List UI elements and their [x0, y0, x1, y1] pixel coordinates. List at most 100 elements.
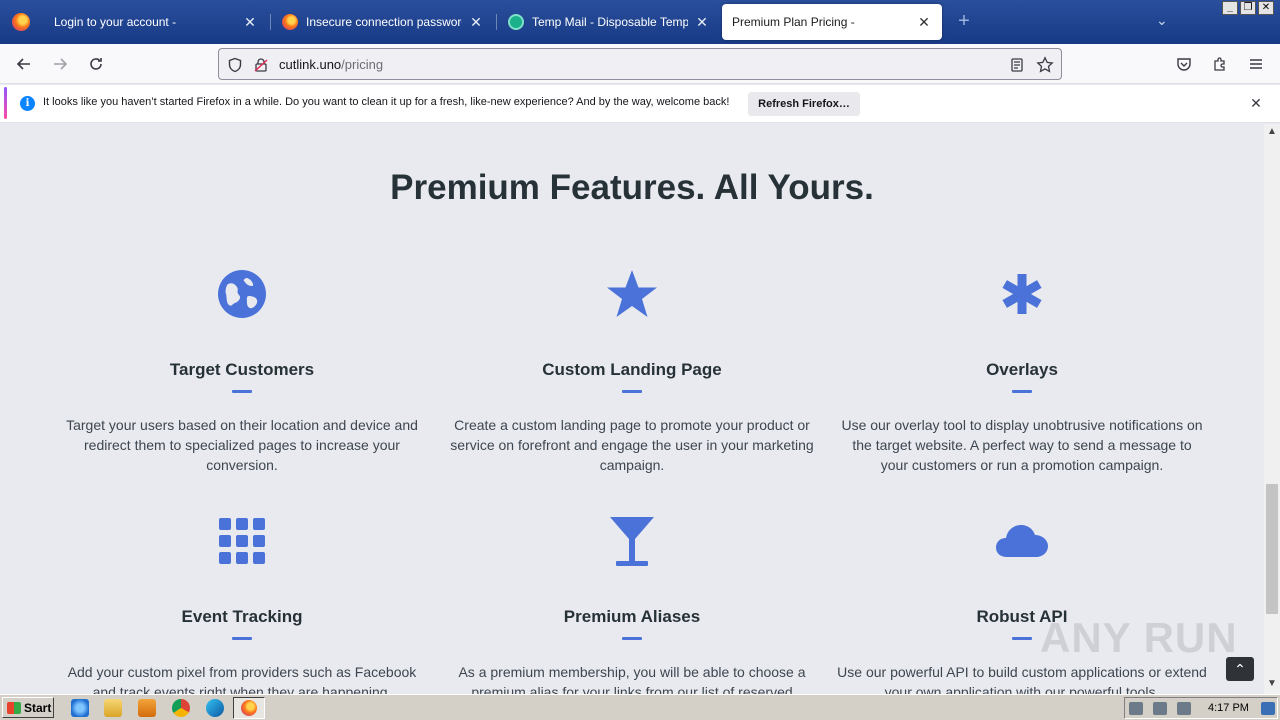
close-window-button[interactable]: ✕ [1258, 1, 1274, 15]
firefox-menu-icon[interactable] [0, 0, 42, 44]
temp-mail-favicon-icon [508, 14, 524, 30]
feature-description: Create a custom landing page to promote … [450, 417, 814, 473]
navigation-toolbar: cutlink.uno/pricing [0, 44, 1280, 84]
title-divider [622, 637, 642, 640]
feature-title: Overlays [986, 360, 1058, 379]
title-divider [1012, 637, 1032, 640]
back-to-top-button[interactable]: ⌃ [1226, 657, 1254, 681]
extensions-button[interactable] [1208, 52, 1232, 76]
firefox-icon [241, 700, 257, 716]
pocket-icon [1177, 58, 1191, 71]
forward-button[interactable] [48, 52, 72, 76]
volume-icon[interactable] [1129, 702, 1143, 715]
windows-taskbar: Start 4:17 PM [0, 694, 1280, 720]
edge-icon[interactable] [206, 699, 224, 717]
puzzle-icon [1214, 57, 1225, 71]
asterisk-icon [827, 266, 1217, 322]
show-desktop-icon[interactable] [1261, 702, 1275, 715]
minimize-button[interactable]: _ [1222, 1, 1238, 15]
feature-title: Target Customers [169, 360, 315, 379]
start-button[interactable]: Start [2, 697, 54, 718]
forward-arrow-icon [54, 58, 68, 70]
taskbar-clock[interactable]: 4:17 PM [1208, 702, 1249, 714]
notification-message: It looks like you haven’t started Firefo… [43, 96, 730, 108]
url-host: cutlink.uno [279, 57, 342, 72]
feature-description: Target your users based on their locatio… [66, 417, 418, 473]
tab-insecure-connection[interactable]: Insecure connection password war ✕ [272, 4, 494, 40]
tab-close-icon[interactable]: ✕ [242, 14, 258, 31]
star-icon [437, 266, 827, 322]
new-tab-button[interactable]: + [952, 10, 976, 34]
url-path: /pricing [341, 57, 384, 72]
address-bar[interactable]: cutlink.uno/pricing [218, 48, 1062, 80]
feature-description: Use our powerful API to build custom app… [837, 664, 1207, 694]
feature-card: Custom Landing Page Create a custom land… [437, 266, 827, 475]
title-divider [232, 390, 252, 393]
list-all-tabs-button[interactable]: ⌄ [1156, 12, 1168, 29]
close-icon[interactable]: ✕ [1248, 95, 1264, 111]
reader-view-icon[interactable] [1007, 55, 1027, 75]
feature-card: Premium Aliases As a premium membership,… [437, 513, 827, 694]
scroll-down-arrow-icon[interactable]: ▼ [1264, 678, 1280, 692]
action-center-flag-icon[interactable] [1177, 702, 1191, 715]
tracking-protection-shield-icon[interactable] [225, 55, 245, 75]
title-divider [1012, 390, 1032, 393]
feature-title: Custom Landing Page [542, 360, 722, 379]
feature-description: As a premium membership, you will be abl… [458, 664, 806, 694]
title-divider [232, 637, 252, 640]
tab-login[interactable]: Login to your account - ✕ [44, 4, 268, 40]
scroll-up-arrow-icon[interactable]: ▲ [1264, 126, 1280, 140]
app-menu-button[interactable] [1244, 52, 1268, 76]
title-divider [622, 390, 642, 393]
firefox-favicon-icon [282, 14, 298, 30]
grid-icon [47, 513, 437, 569]
tab-close-icon[interactable]: ✕ [694, 14, 710, 31]
cloud-icon [827, 513, 1217, 569]
file-explorer-icon[interactable] [104, 699, 122, 717]
back-button[interactable] [12, 52, 36, 76]
tab-title: Login to your account - [54, 15, 177, 29]
reload-button[interactable] [84, 52, 108, 76]
tab-title: Premium Plan Pricing - [732, 15, 855, 29]
page-content: Premium Features. All Yours. Target Cust… [0, 124, 1264, 694]
feature-title: Premium Aliases [563, 607, 701, 626]
globe-icon [47, 266, 437, 322]
scroll-thumb[interactable] [1266, 484, 1278, 614]
tab-temp-mail[interactable]: Temp Mail - Disposable Temporary E ✕ [498, 4, 720, 40]
tab-title: Insecure connection password war [306, 15, 462, 29]
hamburger-menu-icon [1250, 59, 1262, 69]
feature-card: Event Tracking Add your custom pixel fro… [47, 513, 437, 694]
page-title: Premium Features. All Yours. [390, 168, 874, 207]
tab-premium-plan-pricing[interactable]: Premium Plan Pricing - ✕ [722, 4, 942, 40]
internet-explorer-icon[interactable] [71, 699, 89, 717]
anyrun-watermark: ANY RUN [1040, 614, 1238, 661]
pocket-button[interactable] [1172, 52, 1196, 76]
refresh-firefox-button[interactable]: Refresh Firefox… [748, 92, 860, 116]
taskbar-firefox-active[interactable] [233, 697, 265, 719]
feature-card: Target Customers Target your users based… [47, 266, 437, 475]
start-label: Start [24, 700, 52, 715]
feature-card: Overlays Use our overlay tool to display… [827, 266, 1217, 475]
bookmark-star-icon[interactable] [1035, 55, 1055, 75]
system-tray [1124, 697, 1278, 719]
windows-logo-icon [7, 701, 21, 714]
info-icon: i [20, 96, 35, 111]
tab-title: Temp Mail - Disposable Temporary E [532, 15, 688, 29]
feature-card: Robust API Use our powerful API to build… [827, 513, 1217, 694]
network-icon[interactable] [1153, 702, 1167, 715]
feature-description: Use our overlay tool to display unobtrus… [841, 417, 1203, 473]
feature-description: Add your custom pixel from providers suc… [67, 664, 417, 694]
url-text[interactable]: cutlink.uno/pricing [279, 57, 383, 72]
insecure-lock-icon[interactable] [251, 55, 271, 75]
media-player-icon[interactable] [138, 699, 156, 717]
window-controls: _ ❐ ✕ [1222, 1, 1274, 15]
tab-close-icon[interactable]: ✕ [468, 14, 484, 31]
back-arrow-icon [16, 58, 30, 70]
vertical-scrollbar[interactable]: ▲ ▼ [1264, 124, 1280, 694]
tab-close-icon[interactable]: ✕ [916, 14, 932, 31]
tab-strip: Login to your account - ✕ Insecure conne… [0, 0, 1280, 44]
feature-title: Event Tracking [181, 607, 303, 626]
reload-icon [90, 58, 102, 70]
restore-button[interactable]: ❐ [1240, 1, 1256, 15]
chrome-icon[interactable] [172, 699, 190, 717]
